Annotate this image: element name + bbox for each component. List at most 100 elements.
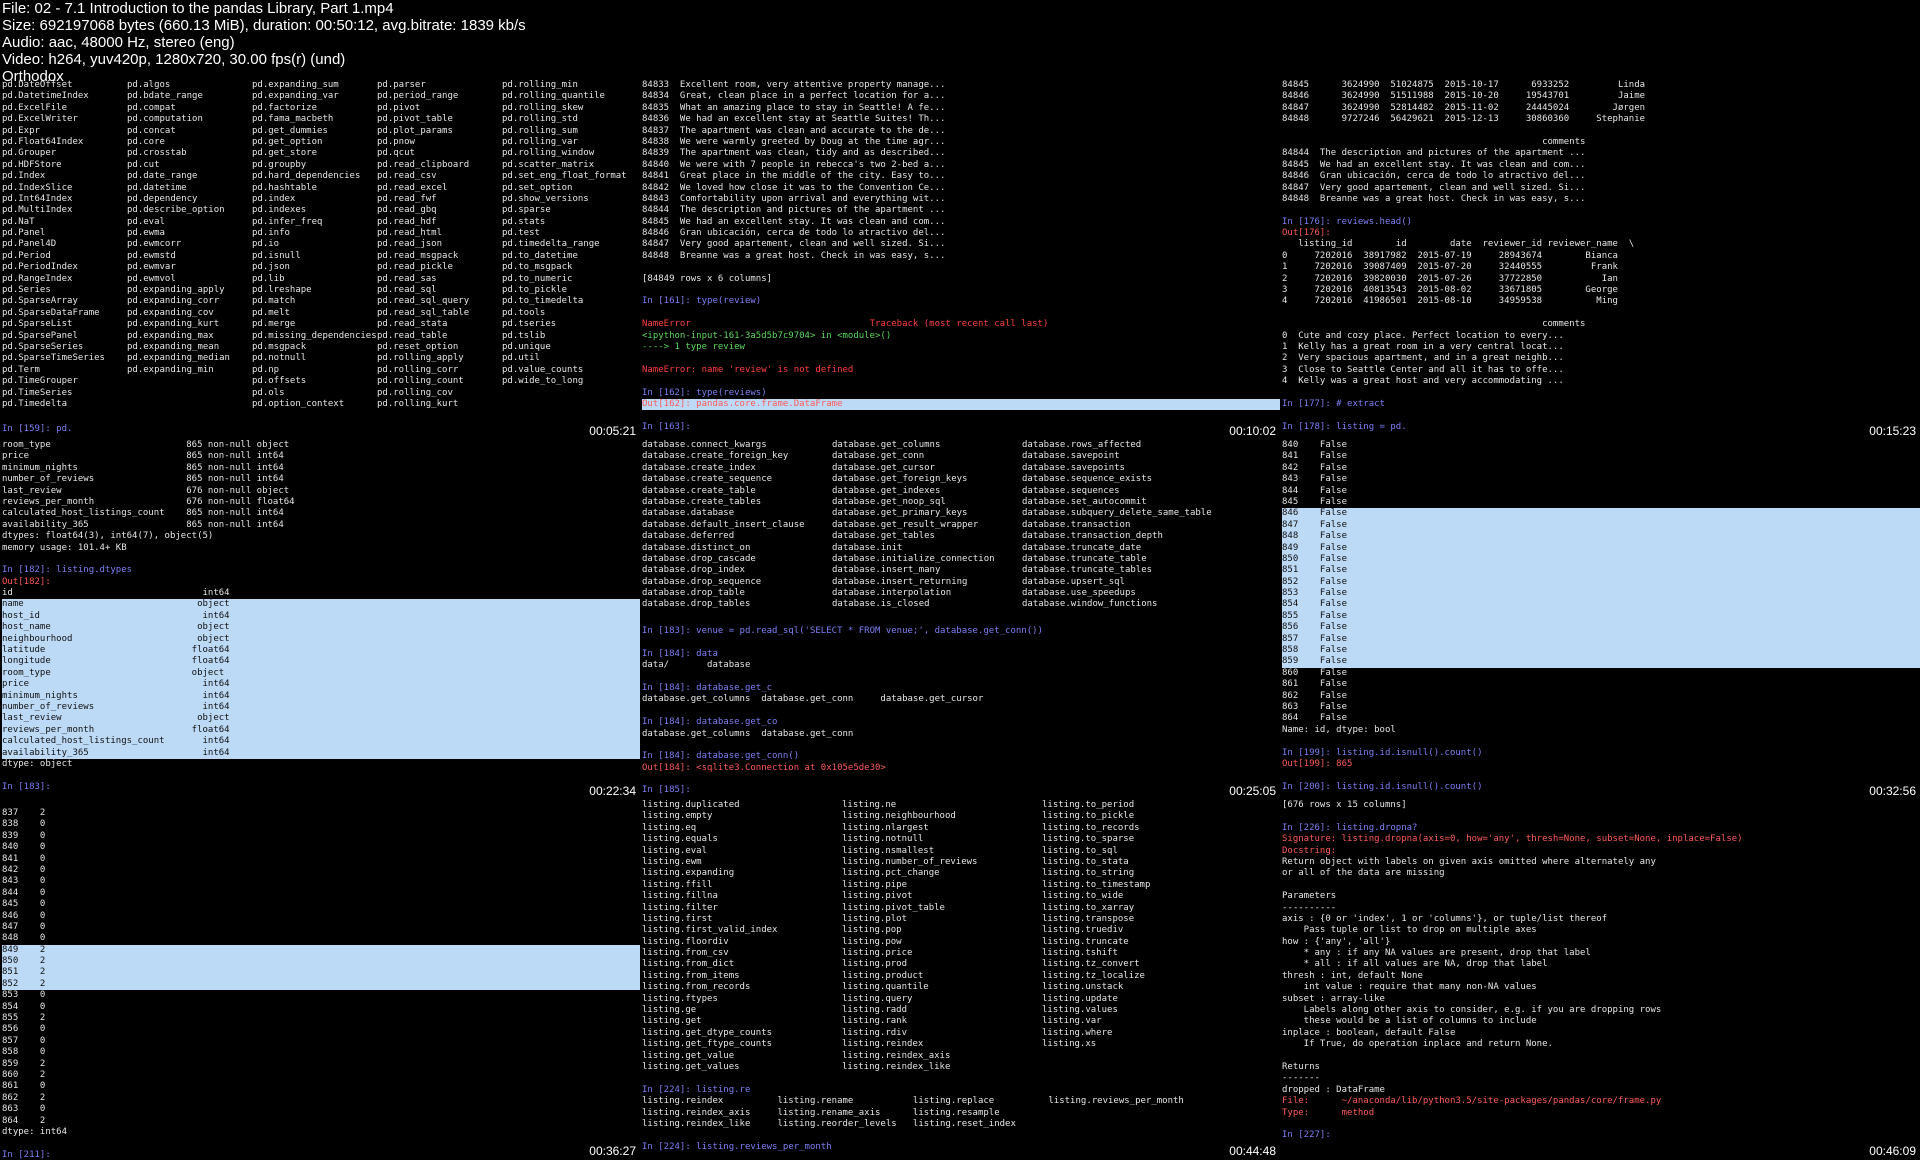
completion-item[interactable]: pd.rolling_skew bbox=[502, 103, 627, 114]
completion-item[interactable]: pd.Panel bbox=[2, 228, 105, 239]
completion-item[interactable]: pd.option_context bbox=[252, 399, 377, 410]
completion-item[interactable]: database.create_table bbox=[642, 486, 805, 497]
completion-item[interactable]: pd.test bbox=[502, 228, 627, 239]
completion-item[interactable]: listing.values bbox=[1042, 1005, 1150, 1016]
completion-item[interactable]: listing.get_dtype_counts bbox=[642, 1028, 777, 1039]
completion-item[interactable]: listing.get_ftype_counts bbox=[642, 1039, 777, 1050]
completion-item[interactable]: pd.sparse bbox=[502, 205, 627, 216]
completion-item[interactable]: pd.io bbox=[252, 239, 377, 250]
completion-item[interactable]: pd.qcut bbox=[377, 148, 469, 159]
completion-item[interactable]: database.set_autocommit bbox=[1022, 497, 1212, 508]
completion-item[interactable]: pd.get_option bbox=[252, 137, 377, 148]
completion-item[interactable]: pd.tools bbox=[502, 308, 627, 319]
completion-item[interactable]: pd.info bbox=[252, 228, 377, 239]
completion-item[interactable]: pd.expanding_sum bbox=[252, 80, 377, 91]
thumbnail-5[interactable]: database.connect_kwargs database.create_f… bbox=[640, 440, 1280, 800]
completion-item[interactable]: database.deferred bbox=[642, 531, 805, 542]
completion-item[interactable]: pd.Expr bbox=[2, 126, 105, 137]
completion-item[interactable]: pd.ols bbox=[252, 388, 377, 399]
completion-item[interactable]: pd.Series bbox=[2, 285, 105, 296]
completion-item[interactable]: pd.read_gbq bbox=[377, 205, 469, 216]
completion-item[interactable]: pd.to_numeric bbox=[502, 274, 627, 285]
completion-item[interactable]: database.transaction bbox=[1022, 520, 1212, 531]
completion-item[interactable]: pd.SparseList bbox=[2, 319, 105, 330]
completion-item[interactable]: pd.to_timedelta bbox=[502, 296, 627, 307]
completion-item[interactable]: pd.merge bbox=[252, 319, 377, 330]
completion-item[interactable]: database.default_insert_clause bbox=[642, 520, 805, 531]
completion-item[interactable]: pd.TimeGrouper bbox=[2, 376, 105, 387]
completion-item[interactable]: pd.read_clipboard bbox=[377, 160, 469, 171]
completion-item[interactable]: database.create_foreign_key bbox=[642, 451, 805, 462]
completion-item[interactable]: listing.neighbourhood bbox=[842, 811, 977, 822]
completion-item[interactable]: pd.pivot_table bbox=[377, 114, 469, 125]
completion-item[interactable]: listing.reindex bbox=[842, 1039, 977, 1050]
completion-item[interactable]: database.drop_tables bbox=[642, 599, 805, 610]
completion-item[interactable]: database.savepoints bbox=[1022, 463, 1212, 474]
completion-item[interactable]: listing.ftypes bbox=[642, 994, 777, 1005]
completion-item[interactable]: pd.RangeIndex bbox=[2, 274, 105, 285]
completion-item[interactable]: pd.cut bbox=[127, 160, 230, 171]
completion-item[interactable]: pd.date_range bbox=[127, 171, 230, 182]
completion-item[interactable]: listing.from_records bbox=[642, 982, 777, 993]
completion-item[interactable]: pd.SparseTimeSeries bbox=[2, 353, 105, 364]
completion-item[interactable]: pd.value_counts bbox=[502, 365, 627, 376]
completion-item[interactable]: listing.eq bbox=[642, 823, 777, 834]
completion-item[interactable]: database.subquery_delete_same_table bbox=[1022, 508, 1212, 519]
completion-item[interactable]: database.use_speedups bbox=[1022, 588, 1212, 599]
completion-item[interactable]: database.truncate_date bbox=[1022, 543, 1212, 554]
completion-item[interactable]: pd.rolling_quantile bbox=[502, 91, 627, 102]
completion-item[interactable]: listing.reindex_axis bbox=[842, 1051, 977, 1062]
completion-item[interactable]: listing.from_dict bbox=[642, 959, 777, 970]
completion-item[interactable]: pd.expanding_kurt bbox=[127, 319, 230, 330]
completion-item[interactable]: database.get_columns bbox=[832, 440, 995, 451]
completion-item[interactable]: pd.rolling_count bbox=[377, 376, 469, 387]
completion-item[interactable]: listing.duplicated bbox=[642, 800, 777, 811]
completion-item[interactable]: pd.tslib bbox=[502, 331, 627, 342]
completion-item[interactable]: database.distinct_on bbox=[642, 543, 805, 554]
completion-item[interactable]: pd.Grouper bbox=[2, 148, 105, 159]
completion-item[interactable]: pd.expanding_apply bbox=[127, 285, 230, 296]
completion-item[interactable]: pd.expanding_cov bbox=[127, 308, 230, 319]
completion-item[interactable]: listing.floordiv bbox=[642, 937, 777, 948]
completion-item[interactable]: database.interpolation bbox=[832, 588, 995, 599]
completion-item[interactable]: listing.from_items bbox=[642, 971, 777, 982]
completion-item[interactable]: listing.pow bbox=[842, 937, 977, 948]
completion-item[interactable]: listing.to_string bbox=[1042, 868, 1150, 879]
completion-item[interactable]: pd.rolling_window bbox=[502, 148, 627, 159]
completion-item[interactable]: pd.to_pickle bbox=[502, 285, 627, 296]
completion-item[interactable]: listing.radd bbox=[842, 1005, 977, 1016]
completion-item[interactable]: database.get_conn bbox=[832, 451, 995, 462]
completion-item[interactable]: pd.rolling_std bbox=[502, 114, 627, 125]
completion-item[interactable]: database.upsert_sql bbox=[1022, 577, 1212, 588]
completion-item[interactable]: listing.to_wide bbox=[1042, 891, 1150, 902]
completion-item[interactable]: pd.crosstab bbox=[127, 148, 230, 159]
completion-item[interactable]: listing.tz_localize bbox=[1042, 971, 1150, 982]
completion-item[interactable]: database.drop_table bbox=[642, 588, 805, 599]
completion-item[interactable]: listing.first bbox=[642, 914, 777, 925]
completion-item[interactable]: pd.expanding_var bbox=[252, 91, 377, 102]
completion-item[interactable]: pd.ewmvol bbox=[127, 274, 230, 285]
completion-item[interactable]: listing.pipe bbox=[842, 880, 977, 891]
completion-item[interactable]: pd.scatter_matrix bbox=[502, 160, 627, 171]
completion-item[interactable]: pd.rolling_kurt bbox=[377, 399, 469, 410]
completion-item[interactable]: pd.core bbox=[127, 137, 230, 148]
completion-item[interactable]: pd.read_csv bbox=[377, 171, 469, 182]
completion-item[interactable]: pd.pnow bbox=[377, 137, 469, 148]
completion-item[interactable]: database.get_result_wrapper bbox=[832, 520, 995, 531]
completion-item[interactable]: pd.reset_option bbox=[377, 342, 469, 353]
completion-item[interactable]: pd.lib bbox=[252, 274, 377, 285]
completion-item[interactable]: pd.rolling_apply bbox=[377, 353, 469, 364]
completion-item[interactable]: pd.set_option bbox=[502, 183, 627, 194]
completion-item[interactable]: listing.equals bbox=[642, 834, 777, 845]
completion-item[interactable]: listing.quantile bbox=[842, 982, 977, 993]
completion-item[interactable]: database.is_closed bbox=[832, 599, 995, 610]
completion-item[interactable]: listing.pop bbox=[842, 925, 977, 936]
thumbnail-3[interactable]: 84845 3624990 51024875 2015-10-17 693325… bbox=[1280, 80, 1920, 440]
completion-item[interactable]: pd.match bbox=[252, 296, 377, 307]
completion-item[interactable]: listing.to_records bbox=[1042, 823, 1150, 834]
completion-item[interactable]: pd.stats bbox=[502, 217, 627, 228]
completion-item[interactable]: pd.util bbox=[502, 353, 627, 364]
completion-item[interactable]: pd.Int64Index bbox=[2, 194, 105, 205]
completion-item[interactable]: listing.transpose bbox=[1042, 914, 1150, 925]
completion-item[interactable]: pd.pivot bbox=[377, 103, 469, 114]
